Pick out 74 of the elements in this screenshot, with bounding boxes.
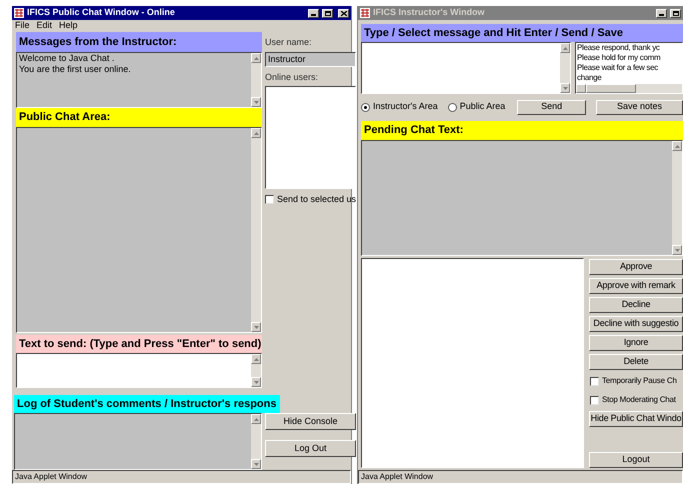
radio-label: Instructor's Area xyxy=(373,100,438,114)
window-title: IFICS Public Chat Window - Online xyxy=(27,6,175,20)
checkbox[interactable] xyxy=(590,396,599,404)
vertical-scrollbar[interactable] xyxy=(560,43,570,93)
section-header: Log of Student's comments / Instructor's respons xyxy=(14,395,280,413)
action-button[interactable]: Approve with remark xyxy=(589,278,683,294)
up-arrow-icon xyxy=(254,358,258,360)
user-name-field[interactable]: Instructor xyxy=(265,52,356,67)
hide-console-button[interactable]: Hide Console xyxy=(265,413,356,430)
horizontal-scrollbar[interactable] xyxy=(576,84,682,93)
app-icon xyxy=(360,8,370,18)
radio-button[interactable] xyxy=(448,102,457,112)
close-button[interactable] xyxy=(338,8,349,18)
section-header: Public Chat Area: xyxy=(16,108,262,127)
message-line: Welcome to Java Chat . xyxy=(19,53,116,64)
status-bar: Java Applet Window xyxy=(358,470,683,484)
section-header: Text to send: (Type and Press "Enter" to send) xyxy=(16,335,262,353)
up-arrow-icon xyxy=(254,418,258,420)
action-button[interactable]: Delete xyxy=(589,354,683,370)
checkbox-label: Temporarily Pause Ch xyxy=(602,375,677,387)
action-button[interactable]: Approve xyxy=(589,259,683,275)
minimize-button[interactable] xyxy=(656,8,667,18)
up-arrow-icon xyxy=(254,56,258,60)
online-users-label: Online users: xyxy=(265,71,320,83)
menu-item[interactable]: File xyxy=(15,19,30,33)
up-arrow-icon xyxy=(562,46,568,50)
status-bar: Java Applet Window xyxy=(12,470,351,484)
save-notes-button[interactable]: Save notes xyxy=(596,100,683,114)
vertical-scrollbar[interactable] xyxy=(251,414,261,469)
message-line: You are the first user online. xyxy=(19,64,132,75)
minimize-button[interactable] xyxy=(308,8,319,18)
checkbox[interactable] xyxy=(265,195,274,204)
section-header: Type / Select message and Hit Enter / Send / Save xyxy=(361,24,683,42)
up-arrow-icon xyxy=(674,144,680,148)
user-name-label: User name: xyxy=(265,36,313,48)
down-arrow-icon xyxy=(562,86,568,90)
down-arrow-icon xyxy=(254,380,258,384)
checkbox[interactable] xyxy=(590,376,599,386)
log-out-button[interactable]: Log Out xyxy=(265,440,356,457)
vertical-scrollbar[interactable] xyxy=(251,354,261,387)
action-button[interactable]: Decline with suggestio xyxy=(589,316,683,332)
vertical-scrollbar[interactable] xyxy=(251,128,261,332)
menu-item[interactable]: Edit xyxy=(36,19,52,33)
action-button[interactable]: Ignore xyxy=(589,335,683,351)
up-arrow-icon xyxy=(254,132,258,134)
down-arrow-icon xyxy=(674,248,680,252)
vertical-scrollbar[interactable] xyxy=(251,53,261,107)
app-icon xyxy=(14,8,24,18)
radio-button[interactable] xyxy=(361,102,370,112)
vertical-scrollbar[interactable] xyxy=(672,141,682,255)
canned-messages-list[interactable]: Please respond, thank yc Please hold for my comm Please wait for a few sec change xyxy=(575,42,683,94)
section-header: Messages from the Instructor: xyxy=(16,32,262,52)
radio-label: Public Area xyxy=(460,100,506,114)
maximize-button[interactable] xyxy=(670,8,681,18)
down-arrow-icon xyxy=(254,100,258,104)
down-arrow-icon xyxy=(254,326,258,328)
online-users-list[interactable] xyxy=(265,86,356,189)
section-header: Pending Chat Text: xyxy=(361,121,683,140)
down-arrow-icon xyxy=(254,462,258,466)
canned-message[interactable]: Please wait for a few sec xyxy=(577,63,681,73)
message-input-area[interactable] xyxy=(361,42,571,94)
action-button[interactable]: Hide Public Chat Windo xyxy=(589,411,683,427)
text-input-field[interactable] xyxy=(16,353,262,388)
canned-message[interactable]: Please hold for my comm xyxy=(577,53,681,63)
checkbox-label: Stop Moderating Chat xyxy=(602,394,676,406)
canned-message[interactable]: change xyxy=(577,73,681,83)
action-button[interactable]: Decline xyxy=(589,297,683,313)
menu-item[interactable]: Help xyxy=(59,19,78,33)
canned-message[interactable]: Please respond, thank yc xyxy=(577,43,681,53)
window-title: IFICS Instructor's Window xyxy=(373,6,485,20)
maximize-button[interactable] xyxy=(322,8,333,18)
logout-button[interactable]: Logout xyxy=(589,452,683,468)
send-button[interactable]: Send xyxy=(517,100,586,114)
checkbox-label: Send to selected us xyxy=(277,193,356,206)
